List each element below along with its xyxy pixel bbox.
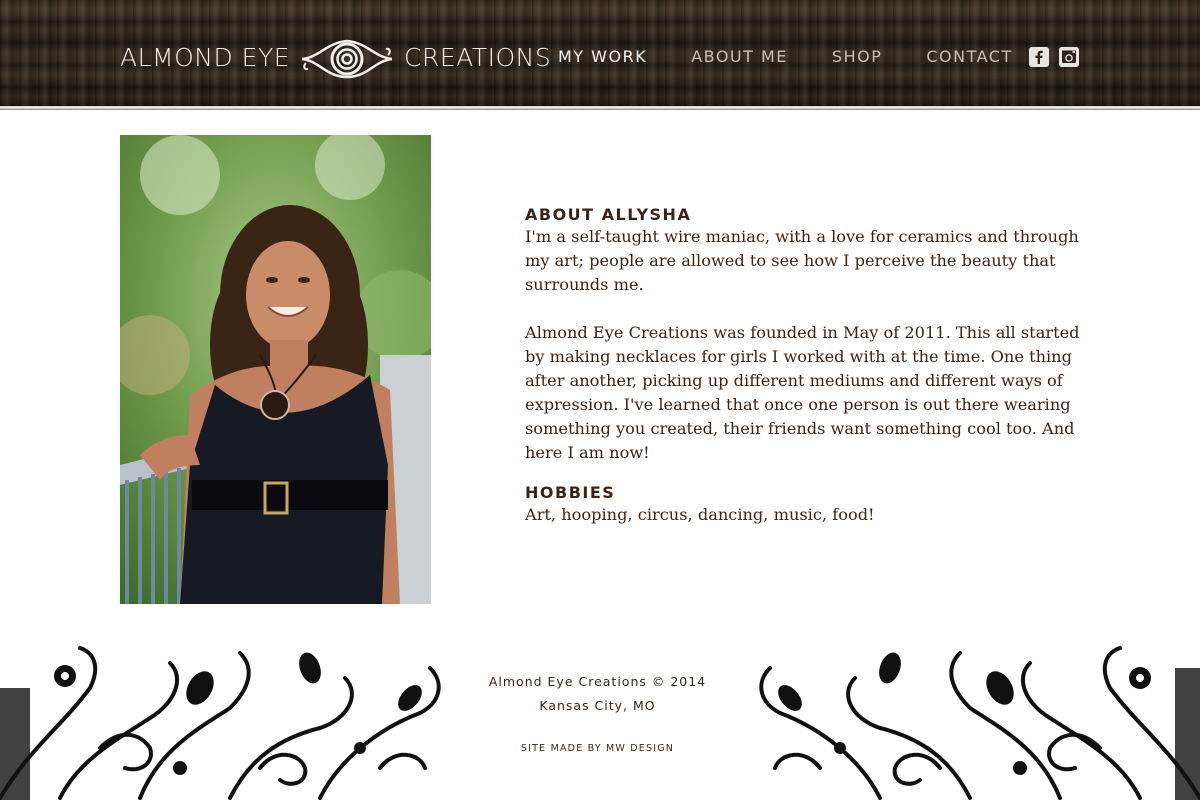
site-header: ALMOND EYE CREATIONS MY WORK ABOUT ME SH… [0,0,1200,110]
profile-photo [120,135,431,604]
hobbies-text: Art, hooping, circus, dancing, music, fo… [525,505,875,524]
spiral-eye-logo-icon [301,39,393,79]
instagram-icon[interactable] [1059,47,1079,67]
nav-about-me[interactable]: ABOUT ME [691,47,788,66]
nav-shop[interactable]: SHOP [832,47,882,66]
about-paragraph-1: I'm a self-taught wire maniac, with a lo… [525,227,1079,294]
hobbies-heading: HOBBIES [525,483,616,502]
about-paragraph-2: Almond Eye Creations was founded in May … [525,323,1080,462]
footer-info: Almond Eye Creations © 2014 Kansas City,… [470,672,725,754]
footer-copyright: Almond Eye Creations © 2014 [488,674,707,689]
brand-logo-link[interactable]: ALMOND EYE CREATIONS [120,32,551,82]
nav-contact[interactable]: CONTACT [926,47,1012,66]
brand-name-left: ALMOND EYE [120,42,291,72]
about-heading: ABOUT ALLYSHA [525,205,692,224]
floral-ornament-left-icon [0,646,441,800]
about-content: ABOUT ALLYSHA I'm a self-taught wire man… [525,205,1085,527]
facebook-icon[interactable] [1029,47,1049,67]
nav-my-work[interactable]: MY WORK [558,47,647,66]
facebook-glyph-icon [1029,47,1049,67]
main-nav: MY WORK ABOUT ME SHOP CONTACT [558,47,1057,66]
instagram-glyph-icon [1059,47,1079,67]
portrait-image [120,135,431,604]
social-links [1029,47,1079,67]
brand-name-right: CREATIONS [404,42,552,72]
footer-location: Kansas City, MO [539,698,656,713]
site-credit-link[interactable]: SITE MADE BY MW DESIGN [470,743,725,754]
floral-ornament-right-icon [759,646,1200,800]
